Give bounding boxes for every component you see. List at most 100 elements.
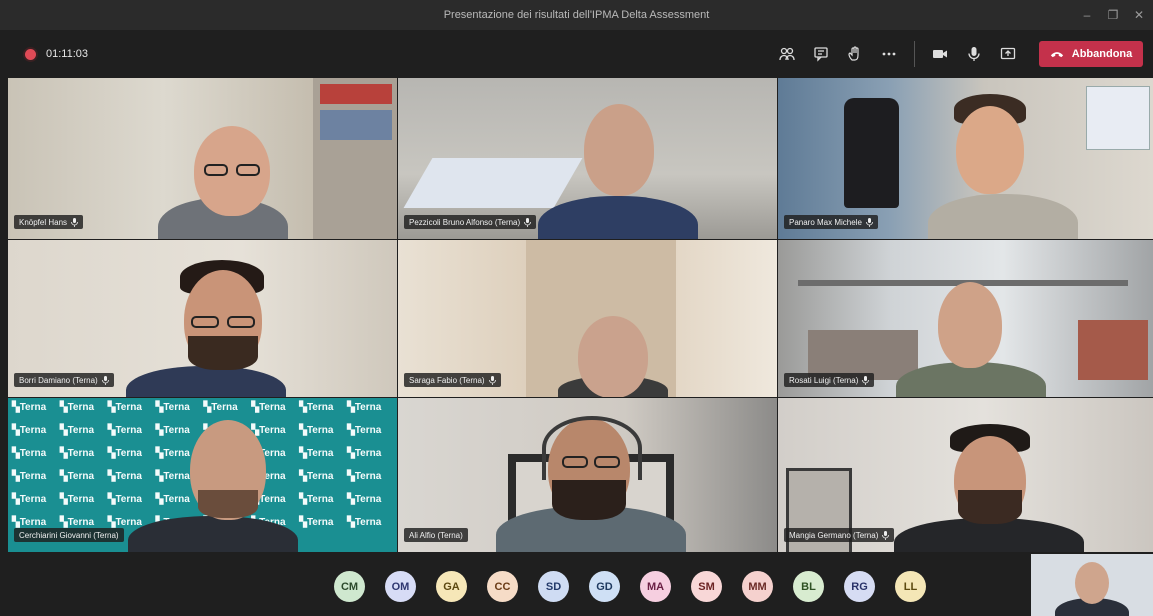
- participant-name: Borri Damiano (Terna): [19, 375, 98, 385]
- participant-bar: CM OM GA CC SD GD MA SM MM BL RG LL: [0, 552, 1153, 616]
- participant-name: Mangia Germano (Terna): [789, 530, 879, 540]
- recording-icon: [25, 48, 36, 60]
- participant-label: Knöpfel Hans: [14, 215, 84, 229]
- shelf-blue: [320, 110, 392, 140]
- participant-name: Cerchiarini Giovanni (Terna): [19, 530, 119, 540]
- microphone-icon: [101, 375, 109, 385]
- brand-logo-text: ▚Terna: [12, 494, 47, 505]
- participant-avatar[interactable]: GA: [436, 571, 467, 602]
- window-controls: – ❐ ✕: [1079, 0, 1147, 30]
- brand-logo-text: ▚Terna: [347, 494, 382, 505]
- person-head: [938, 282, 1002, 368]
- close-icon[interactable]: ✕: [1131, 8, 1147, 22]
- wall-poster: [1086, 86, 1150, 150]
- toolbar-divider: [914, 41, 915, 67]
- minimize-icon[interactable]: –: [1079, 8, 1095, 22]
- video-tile[interactable]: Ali Alfio (Terna): [398, 398, 777, 552]
- share-screen-icon[interactable]: [991, 37, 1025, 71]
- participant-avatar[interactable]: SD: [538, 571, 569, 602]
- person-body: [126, 366, 286, 397]
- brand-logo-text: ▚Terna: [347, 517, 382, 528]
- camera-icon[interactable]: [923, 37, 957, 71]
- brand-logo-text: ▚Terna: [107, 448, 142, 459]
- brand-logo-text: ▚Terna: [12, 402, 47, 413]
- person-head: [578, 316, 648, 397]
- leave-button[interactable]: Abbandona: [1039, 41, 1143, 67]
- beard: [552, 480, 626, 520]
- participant-label: Pezzicoli Bruno Alfonso (Terna): [404, 215, 537, 229]
- self-view[interactable]: [1031, 554, 1153, 616]
- video-tile[interactable]: Borri Damiano (Terna): [8, 240, 397, 397]
- microphone-icon: [882, 530, 890, 540]
- brand-logo-text: ▚Terna: [299, 448, 334, 459]
- person-head: [584, 104, 654, 196]
- participants-icon[interactable]: [770, 37, 804, 71]
- microphone-icon[interactable]: [957, 37, 991, 71]
- brand-logo-text: ▚Terna: [12, 471, 47, 482]
- beard: [958, 490, 1022, 524]
- glasses: [204, 164, 228, 176]
- toolbar-actions: Abbandona: [770, 30, 1143, 78]
- video-tile[interactable]: Saraga Fabio (Terna): [398, 240, 777, 397]
- participant-avatar[interactable]: CC: [487, 571, 518, 602]
- video-tile[interactable]: Rosati Luigi (Terna): [778, 240, 1153, 397]
- video-tile[interactable]: Knöpfel Hans: [8, 78, 397, 239]
- participant-name: Saraga Fabio (Terna): [409, 375, 485, 385]
- brand-logo-text: ▚Terna: [299, 425, 334, 436]
- brand-logo-text: ▚Terna: [12, 425, 47, 436]
- more-icon[interactable]: [872, 37, 906, 71]
- brand-logo-text: ▚Terna: [12, 448, 47, 459]
- recording-indicator: 01:11:03: [25, 48, 88, 60]
- participant-label: Panaro Max Michele: [784, 215, 878, 229]
- glasses: [227, 316, 255, 328]
- glasses: [594, 456, 620, 468]
- microphone-icon: [866, 217, 873, 227]
- microphone-icon: [488, 375, 496, 385]
- video-tile[interactable]: Mangia Germano (Terna): [778, 398, 1153, 552]
- participant-avatar[interactable]: OM: [385, 571, 416, 602]
- brand-logo-text: ▚Terna: [59, 425, 95, 436]
- meeting-toolbar: 01:11:03 Abbandona: [0, 30, 1153, 78]
- microphone-icon: [524, 217, 532, 227]
- beard: [198, 490, 258, 518]
- buildings: [1078, 320, 1148, 380]
- participant-avatar[interactable]: MA: [640, 571, 671, 602]
- microphone-icon: [71, 217, 78, 227]
- hang-up-icon: [1050, 51, 1063, 57]
- brand-logo-text: ▚Terna: [107, 425, 142, 436]
- brand-logo-text: ▚Terna: [299, 402, 334, 413]
- brand-logo-text: ▚Terna: [299, 517, 334, 528]
- raise-hand-icon[interactable]: [838, 37, 872, 71]
- glasses: [236, 164, 260, 176]
- microphone-icon: [862, 375, 870, 385]
- brand-logo-text: ▚Terna: [251, 402, 286, 413]
- video-tile[interactable]: ▚Terna ▚Terna ▚Terna ▚Terna ▚Terna ▚Terna ▚Ter…: [8, 398, 397, 552]
- participant-name: Pezzicoli Bruno Alfonso (Terna): [409, 217, 521, 227]
- video-tile[interactable]: Panaro Max Michele: [778, 78, 1153, 239]
- coat: [844, 98, 899, 208]
- brand-logo-text: ▚Terna: [155, 402, 190, 413]
- participant-avatar[interactable]: SM: [691, 571, 722, 602]
- maximize-icon[interactable]: ❐: [1105, 8, 1121, 22]
- person-head: [956, 106, 1024, 194]
- title-bar: Presentazione dei risultati dell'IPMA De…: [0, 0, 1153, 30]
- shelf-red: [320, 84, 392, 104]
- participant-avatar[interactable]: CM: [334, 571, 365, 602]
- meeting-timer: 01:11:03: [46, 48, 89, 60]
- video-tile[interactable]: Pezzicoli Bruno Alfonso (Terna): [398, 78, 777, 239]
- avatar-list: CM OM GA CC SD GD MA SM MM BL RG LL: [334, 571, 926, 602]
- chat-icon[interactable]: [804, 37, 838, 71]
- brand-logo-text: ▚Terna: [347, 471, 382, 482]
- brand-logo-text: ▚Terna: [299, 494, 334, 505]
- participant-avatar[interactable]: MM: [742, 571, 773, 602]
- brand-logo-text: ▚Terna: [107, 494, 142, 505]
- video-grid: Knöpfel Hans Pezzicoli Bruno Alfonso (Te…: [8, 78, 1153, 552]
- participant-avatar[interactable]: GD: [589, 571, 620, 602]
- participant-avatar[interactable]: BL: [793, 571, 824, 602]
- participant-avatar[interactable]: LL: [895, 571, 926, 602]
- brand-logo-text: ▚Terna: [59, 494, 95, 505]
- light-patch: [403, 158, 583, 208]
- participant-label: Rosati Luigi (Terna): [784, 373, 875, 387]
- participant-avatar[interactable]: RG: [844, 571, 875, 602]
- participant-label: Ali Alfio (Terna): [404, 528, 468, 542]
